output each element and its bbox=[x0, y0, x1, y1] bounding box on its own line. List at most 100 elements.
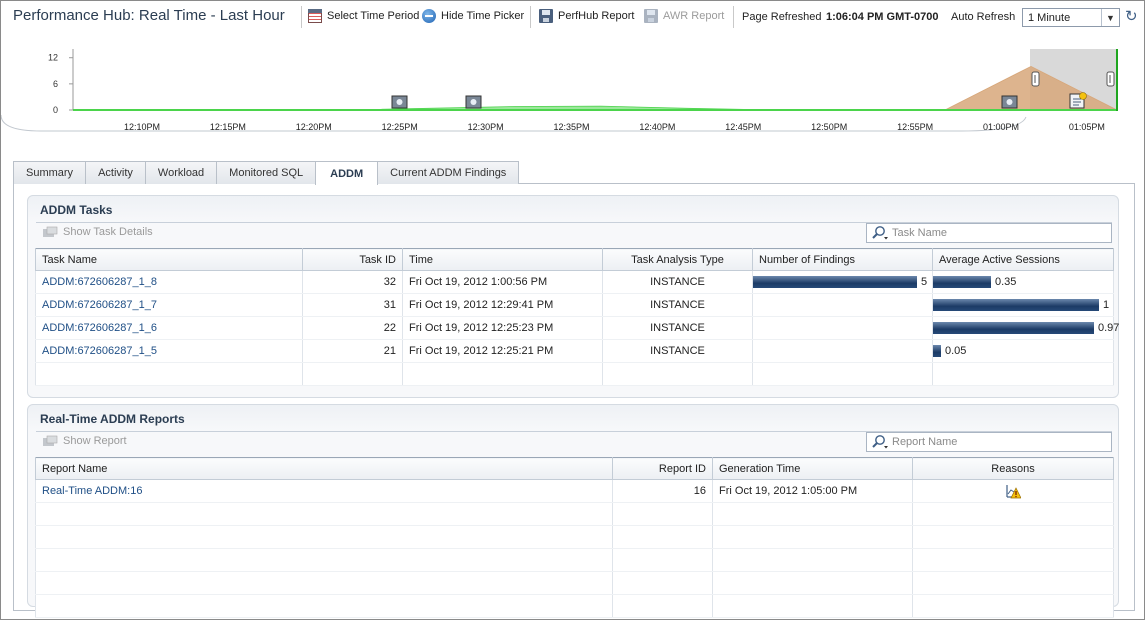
tab-monitored-sql[interactable]: Monitored SQL bbox=[216, 161, 317, 184]
hide-time-picker-label: Hide Time Picker bbox=[441, 10, 525, 22]
table-row[interactable]: ADDM:672606287_1_7 31 Fri Oct 19, 2012 1… bbox=[35, 293, 1114, 317]
tab-workload[interactable]: Workload bbox=[144, 161, 218, 184]
time-cell: Fri Oct 19, 2012 1:00:56 PM bbox=[402, 270, 603, 294]
column-header-average-active-sessions[interactable]: Average Active Sessions bbox=[932, 248, 1114, 271]
time-picker-chart[interactable]: 12 6 0 12:10PM 12:15PM 12:20PM 12:25PM 12:30PM… bbox=[0, 35, 1144, 147]
select-time-period-button[interactable]: Select Time Period bbox=[308, 9, 419, 23]
aas-bar bbox=[933, 276, 991, 289]
addm-marker-icon[interactable] bbox=[1001, 95, 1018, 109]
addm-marker-icon[interactable] bbox=[465, 95, 482, 109]
report-name-link[interactable]: Real-Time ADDM:16 bbox=[42, 485, 142, 497]
aas-cell: 1 bbox=[932, 293, 1114, 317]
tab-current-addm-findings[interactable]: Current ADDM Findings bbox=[377, 161, 520, 184]
findings-cell bbox=[752, 339, 933, 363]
show-task-details-label: Show Task Details bbox=[63, 226, 153, 238]
hide-time-picker-button[interactable]: Hide Time Picker bbox=[422, 9, 524, 23]
tab-activity[interactable]: Activity bbox=[85, 161, 146, 184]
refresh-icon[interactable]: ↻ bbox=[1125, 9, 1141, 25]
x-tick-label: 12:30PM bbox=[468, 122, 504, 132]
auto-refresh-select[interactable]: 1 Minute ▼ bbox=[1022, 8, 1120, 27]
activity-chart-svg[interactable]: 12 6 0 12:10PM 12:15PM 12:20PM 12:25PM 12:30PM… bbox=[0, 35, 1144, 147]
auto-refresh-value: 1 Minute bbox=[1028, 11, 1071, 24]
column-header-report-id[interactable]: Report ID bbox=[612, 457, 713, 480]
task-name-search[interactable] bbox=[866, 223, 1112, 243]
table-row-empty bbox=[35, 502, 1114, 526]
perfhub-report-button[interactable]: PerfHub Report bbox=[539, 9, 634, 23]
rt-addm-reports-title: Real-Time ADDM Reports bbox=[40, 412, 185, 426]
aas-bar bbox=[933, 322, 1094, 335]
task-name-link[interactable]: ADDM:672606287_1_7 bbox=[42, 299, 157, 311]
tab-label: Current ADDM Findings bbox=[390, 167, 507, 179]
select-time-period-label: Select Time Period bbox=[327, 10, 420, 22]
task-id-cell: 22 bbox=[302, 316, 403, 340]
column-header-generation-time[interactable]: Generation Time bbox=[712, 457, 913, 480]
table-row[interactable]: ADDM:672606287_1_5 21 Fri Oct 19, 2012 1… bbox=[35, 339, 1114, 363]
task-id-cell: 21 bbox=[302, 339, 403, 363]
search-icon[interactable] bbox=[871, 434, 889, 450]
column-header-task-name[interactable]: Task Name bbox=[35, 248, 303, 271]
table-row[interactable]: ADDM:672606287_1_6 22 Fri Oct 19, 2012 1… bbox=[35, 316, 1119, 340]
auto-refresh-label: Auto Refresh bbox=[951, 11, 1016, 23]
warning-chart-icon[interactable] bbox=[1005, 484, 1022, 499]
column-header-report-name[interactable]: Report Name bbox=[35, 457, 613, 480]
calendar-icon bbox=[308, 9, 322, 23]
table-header-row: Report Name Report ID Generation Time Re… bbox=[35, 457, 1114, 480]
task-id-cell: 32 bbox=[302, 270, 403, 294]
task-name-input[interactable] bbox=[892, 227, 1092, 239]
task-type-cell: INSTANCE bbox=[602, 293, 753, 317]
addm-tasks-panel: ADDM Tasks Show Task Details Task Name T… bbox=[27, 195, 1119, 398]
findings-bar bbox=[753, 276, 917, 289]
show-report-label: Show Report bbox=[63, 435, 127, 447]
table-row-empty bbox=[35, 571, 1114, 595]
task-name-link[interactable]: ADDM:672606287_1_5 bbox=[42, 345, 157, 357]
rt-addm-reports-panel: Real-Time ADDM Reports Show Report Repor… bbox=[27, 404, 1119, 618]
report-icon bbox=[43, 435, 58, 446]
column-header-task-analysis-type[interactable]: Task Analysis Type bbox=[602, 248, 753, 271]
show-report-button[interactable]: Show Report bbox=[42, 435, 127, 447]
report-name-input[interactable] bbox=[892, 436, 1092, 448]
time-cell: Fri Oct 19, 2012 12:25:23 PM bbox=[402, 316, 603, 340]
x-tick-label: 12:45PM bbox=[725, 122, 761, 132]
aas-value: 0.05 bbox=[945, 345, 967, 358]
show-task-details-button[interactable]: Show Task Details bbox=[42, 226, 153, 238]
table-row[interactable]: ADDM:672606287_1_8 32 Fri Oct 19, 2012 1… bbox=[35, 270, 1114, 294]
awr-report-button[interactable]: AWR Report bbox=[644, 9, 724, 23]
addm-tasks-table: Task Name Task ID Time Task Analysis Typ… bbox=[35, 248, 1119, 386]
table-row-empty bbox=[35, 362, 1114, 386]
x-tick-label: 12:55PM bbox=[897, 122, 933, 132]
addm-marker-icon[interactable] bbox=[391, 95, 408, 109]
tab-addm[interactable]: ADDM bbox=[315, 161, 379, 185]
x-tick-label: 12:50PM bbox=[811, 122, 847, 132]
header-bar: Performance Hub: Real Time - Last Hour S… bbox=[1, 1, 1144, 33]
series-layer bbox=[85, 65, 1118, 111]
y-axis: 12 6 0 bbox=[48, 49, 74, 115]
toolbar-separator bbox=[301, 6, 302, 28]
report-name-search[interactable] bbox=[866, 432, 1112, 452]
task-type-cell: INSTANCE bbox=[602, 316, 753, 340]
x-tick-label: 12:10PM bbox=[124, 122, 160, 132]
column-header-task-id[interactable]: Task ID bbox=[302, 248, 403, 271]
aas-value: 0.97 bbox=[1098, 322, 1120, 335]
perfhub-report-label: PerfHub Report bbox=[558, 10, 635, 22]
realtime-addm-marker-icon[interactable] bbox=[1069, 92, 1087, 109]
findings-cell bbox=[752, 293, 933, 317]
page-title: Performance Hub: Real Time - Last Hour bbox=[13, 7, 285, 24]
task-name-link[interactable]: ADDM:672606287_1_6 bbox=[42, 322, 157, 334]
table-row[interactable]: Real-Time ADDM:16 16 Fri Oct 19, 2012 1:… bbox=[35, 479, 1114, 503]
addm-tasks-title: ADDM Tasks bbox=[40, 203, 113, 217]
column-header-number-of-findings[interactable]: Number of Findings bbox=[752, 248, 933, 271]
chevron-down-icon[interactable]: ▼ bbox=[1101, 9, 1119, 26]
column-header-time[interactable]: Time bbox=[402, 248, 603, 271]
task-name-link[interactable]: ADDM:672606287_1_8 bbox=[42, 276, 157, 288]
x-tick-label: 01:00PM bbox=[983, 122, 1019, 132]
page-refreshed-label: Page Refreshed bbox=[742, 11, 822, 23]
save-icon bbox=[644, 9, 658, 23]
search-icon[interactable] bbox=[871, 225, 889, 241]
task-id-cell: 31 bbox=[302, 293, 403, 317]
table-row-empty bbox=[35, 525, 1114, 549]
rt-addm-reports-table: Report Name Report ID Generation Time Re… bbox=[35, 457, 1114, 618]
aas-cell: 0.97 bbox=[932, 316, 1119, 340]
column-header-reasons[interactable]: Reasons bbox=[912, 457, 1114, 480]
tab-summary[interactable]: Summary bbox=[13, 161, 87, 184]
report-id-cell: 16 bbox=[612, 479, 713, 503]
